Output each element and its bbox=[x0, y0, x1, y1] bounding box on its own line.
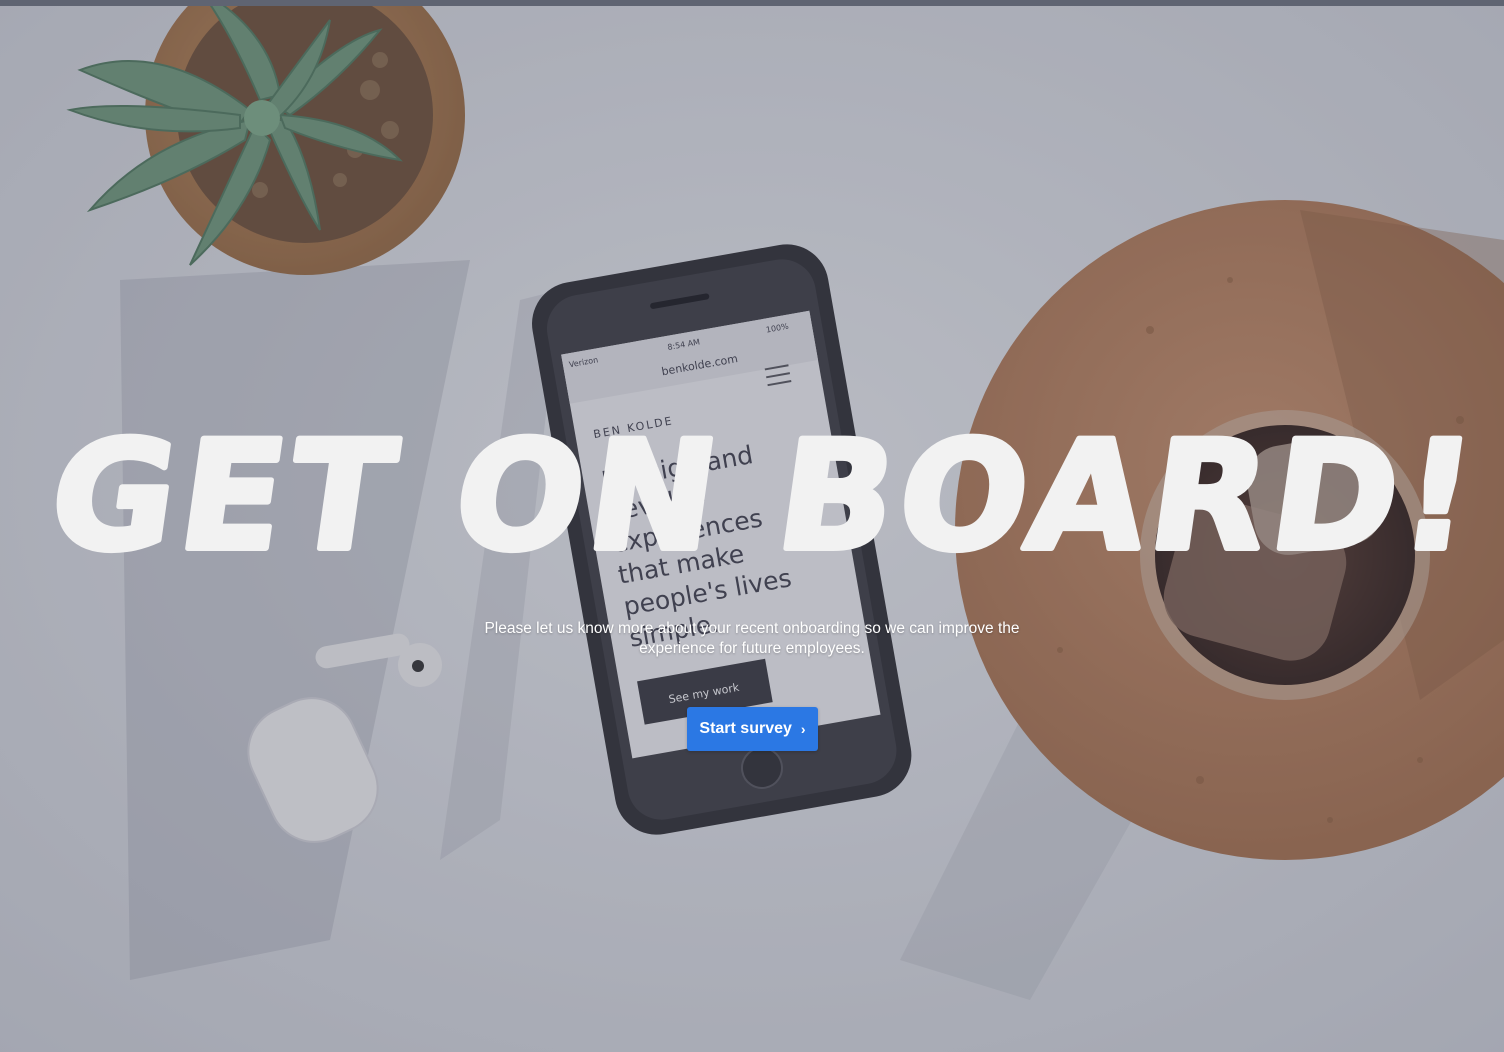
hero-title-text: Get on board! bbox=[40, 409, 1490, 584]
chevron-right-icon: › bbox=[800, 721, 806, 737]
hero-subtitle: Please let us know more about your recen… bbox=[484, 620, 1020, 657]
start-survey-label: Start survey bbox=[699, 720, 792, 737]
start-survey-button[interactable]: Start survey › bbox=[687, 707, 818, 751]
survey-landing-page: Verizon 8:54 AM 100% benkolde.com BEN KO… bbox=[0, 0, 1504, 1052]
top-strip bbox=[0, 0, 1504, 6]
hero-title: Get on board! bbox=[37, 406, 1493, 587]
